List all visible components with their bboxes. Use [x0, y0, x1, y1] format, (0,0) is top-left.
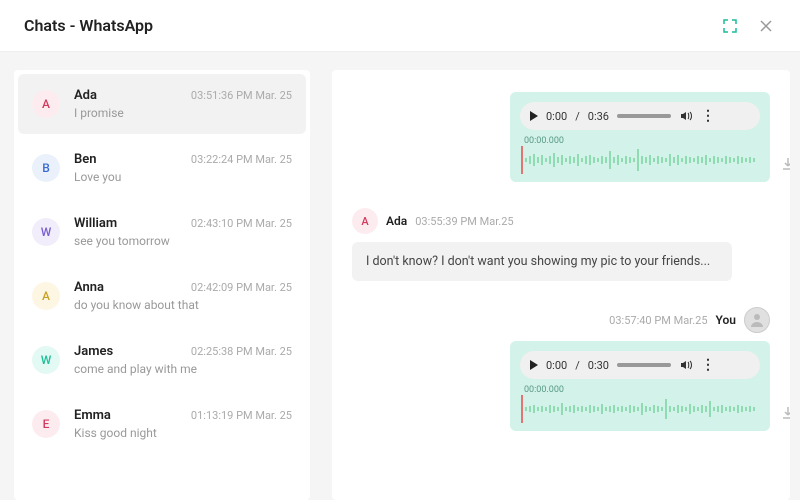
chat-list: A Ada 03:51:36 PM Mar. 25 I promise B Ben 03:2… — [14, 70, 310, 500]
waveform-time: 00:00.000 — [524, 385, 564, 395]
chat-list-item[interactable]: W William 02:43:10 PM Mar. 25 see you tomor… — [18, 202, 306, 262]
page-title: Chats - WhatsApp — [24, 16, 153, 35]
avatar: A — [32, 90, 60, 118]
sender-name: Ada — [386, 214, 407, 228]
chat-list-item[interactable]: B Ben 03:22:24 PM Mar. 25 Love you — [18, 138, 306, 198]
message-time: 03:57:40 PM Mar.25 — [609, 314, 707, 327]
chat-name: Ada — [74, 88, 97, 103]
play-icon[interactable] — [530, 111, 538, 121]
sender-name: You — [716, 313, 736, 327]
avatar: W — [32, 218, 60, 246]
chat-preview: do you know about that — [74, 298, 292, 312]
chat-list-item[interactable]: A Anna 02:42:09 PM Mar. 25 do you know abou… — [18, 266, 306, 326]
chat-time: 01:13:19 PM Mar. 25 — [191, 409, 292, 422]
waveform-time: 00:00.000 — [524, 136, 564, 146]
chat-list-item[interactable]: A Ada 03:51:36 PM Mar. 25 I promise — [18, 74, 306, 134]
audio-current-time: 0:00 — [546, 110, 567, 123]
audio-player: 0:00 / 0:36 ⋮ — [520, 102, 760, 130]
voice-message: 0:00 / 0:36 ⋮ 00:00.000 — [510, 92, 770, 182]
audio-menu-icon[interactable]: ⋮ — [701, 357, 714, 373]
message-text-incoming: A Ada 03:55:39 PM Mar.25 I don't know? I… — [352, 208, 770, 281]
chat-name: Ben — [74, 152, 97, 167]
voice-message: 0:00 / 0:30 ⋮ 00:00.000 — [510, 341, 770, 431]
waveform: 00:00.000 — [520, 385, 760, 423]
chat-list-item[interactable]: E Emma 01:13:19 PM Mar. 25 Kiss good night — [18, 394, 306, 454]
header-actions — [720, 16, 776, 36]
chat-name: Anna — [74, 280, 104, 295]
audio-current-time: 0:00 — [546, 359, 567, 372]
avatar: E — [32, 410, 60, 438]
audio-total-time: 0:30 — [588, 359, 609, 372]
audio-player: 0:00 / 0:30 ⋮ — [520, 351, 760, 379]
chat-preview: come and play with me — [74, 362, 292, 376]
chat-time: 02:25:38 PM Mar. 25 — [191, 345, 292, 358]
message-bubble: I don't know? I don't want you showing m… — [352, 242, 732, 281]
avatar: B — [32, 154, 60, 182]
message-meta: 03:57:40 PM Mar.25 You — [609, 307, 770, 333]
chat-preview: Kiss good night — [74, 426, 292, 440]
message-time: 03:55:39 PM Mar.25 — [415, 215, 513, 228]
chat-time: 02:43:10 PM Mar. 25 — [191, 217, 292, 230]
header: Chats - WhatsApp — [0, 0, 800, 52]
audio-progress[interactable] — [617, 114, 671, 118]
chat-time: 03:22:24 PM Mar. 25 — [191, 153, 292, 166]
avatar: W — [32, 346, 60, 374]
audio-progress[interactable] — [617, 363, 671, 367]
chat-preview: Love you — [74, 170, 292, 184]
chat-preview: I promise — [74, 106, 292, 120]
message-voice-incoming-top: 0:00 / 0:36 ⋮ 00:00.000 — [352, 92, 770, 182]
chat-time: 02:42:09 PM Mar. 25 — [191, 281, 292, 294]
chat-name: Emma — [74, 408, 111, 423]
chat-name: William — [74, 216, 117, 231]
chat-preview: see you tomorrow — [74, 234, 292, 248]
conversation-panel: 0:00 / 0:36 ⋮ 00:00.000 — [332, 70, 790, 500]
audio-menu-icon[interactable]: ⋮ — [701, 108, 714, 124]
play-icon[interactable] — [530, 360, 538, 370]
chat-list-item[interactable]: W James 02:25:38 PM Mar. 25 come and play w… — [18, 330, 306, 390]
message-voice-outgoing: 03:57:40 PM Mar.25 You 0:00 / 0:30 ⋮ — [352, 307, 770, 431]
download-icon[interactable] — [780, 405, 790, 425]
avatar — [744, 307, 770, 333]
expand-icon[interactable] — [720, 16, 740, 36]
avatar: A — [352, 208, 378, 234]
chat-name: James — [74, 344, 113, 359]
volume-icon[interactable] — [679, 358, 693, 372]
waveform: 00:00.000 — [520, 136, 760, 174]
avatar: A — [32, 282, 60, 310]
download-icon[interactable] — [780, 156, 790, 176]
volume-icon[interactable] — [679, 109, 693, 123]
chat-time: 03:51:36 PM Mar. 25 — [191, 89, 292, 102]
message-meta: A Ada 03:55:39 PM Mar.25 — [352, 208, 770, 234]
audio-total-time: 0:36 — [588, 110, 609, 123]
close-icon[interactable] — [756, 16, 776, 36]
